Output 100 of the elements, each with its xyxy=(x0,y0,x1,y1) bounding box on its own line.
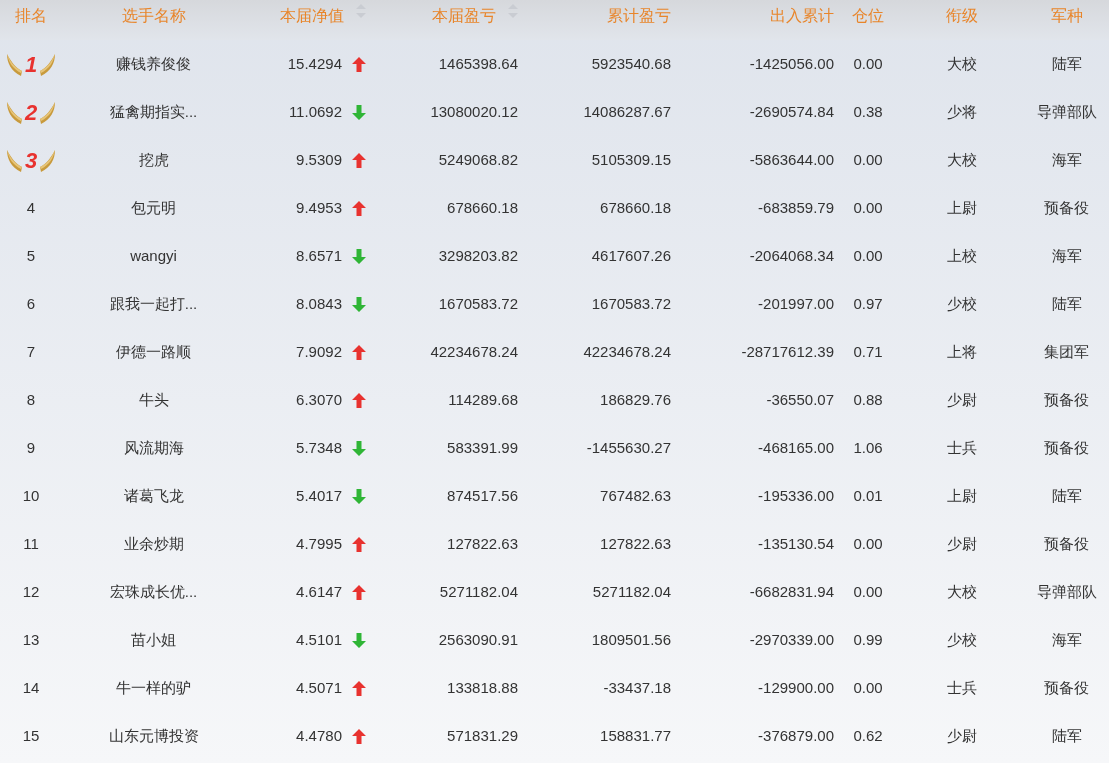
player-name: 苗小姐 xyxy=(131,629,176,650)
column-header: 仓位 xyxy=(852,6,884,26)
table-cell-text: 0.71 xyxy=(853,341,883,362)
table-cell-text: 0.00 xyxy=(853,581,883,602)
rank-number: 7 xyxy=(26,341,36,362)
table-cell-text: 0.62 xyxy=(853,725,883,746)
table-cell-text: 5271182.04 xyxy=(439,581,518,602)
rank-number: 8 xyxy=(26,389,36,410)
net-value: 5.4017 xyxy=(296,485,342,506)
rank-number: 2 xyxy=(23,98,39,127)
table-cell-text: 预备役 xyxy=(1044,437,1089,458)
column-header: 本届净值 xyxy=(280,6,344,26)
player-name: 赚钱养俊俊 xyxy=(116,53,191,74)
column-header: 衔级 xyxy=(946,6,978,26)
column-header: 军种 xyxy=(1050,6,1083,26)
table-cell-text: 874517.56 xyxy=(447,485,518,506)
player-name: 宏珠成长优... xyxy=(109,581,198,602)
table-cell-text: 陆军 xyxy=(1051,293,1082,314)
column-header: 本届盈亏 xyxy=(432,6,496,26)
player-name: 猛禽期指实... xyxy=(109,101,198,122)
rank-number: 4 xyxy=(26,197,36,218)
table-cell-text: 5271182.04 xyxy=(592,581,671,602)
table-cell-text: 士兵 xyxy=(947,437,977,458)
rank-number: 11 xyxy=(23,533,39,554)
table-cell-text: 1.06 xyxy=(853,437,883,458)
table-cell-text: 少尉 xyxy=(947,725,977,746)
table-cell-text: 583391.99 xyxy=(447,437,518,458)
table-cell-text: -5863644.00 xyxy=(749,149,834,170)
table-cell-text: -36550.07 xyxy=(766,389,834,410)
net-value: 4.7995 xyxy=(296,533,342,554)
table-cell-text: 集团军 xyxy=(1044,341,1089,362)
table-cell-text: 0.88 xyxy=(853,389,883,410)
table-cell-text: -2970339.00 xyxy=(749,629,834,650)
player-name: 诸葛飞龙 xyxy=(123,485,184,506)
table-cell-text: -28717612.39 xyxy=(741,341,834,362)
table-cell-text: 大校 xyxy=(947,581,977,602)
rank-number: 15 xyxy=(22,725,40,746)
table-cell-text: 13080020.12 xyxy=(430,101,518,122)
net-value: 9.4953 xyxy=(296,197,342,218)
table-cell-text: 陆军 xyxy=(1051,485,1082,506)
table-cell-text: 上尉 xyxy=(947,485,977,506)
table-cell-text: 5249068.82 xyxy=(438,149,518,170)
table-cell-text: 导弹部队 xyxy=(1036,101,1097,122)
column-header: 累计盈亏 xyxy=(607,6,671,26)
table-cell-text: 4617607.26 xyxy=(591,245,671,266)
table-cell-text: 1465398.64 xyxy=(438,53,518,74)
rank-number: 10 xyxy=(22,485,40,506)
table-cell-text: 0.01 xyxy=(853,485,883,506)
table-cell-text: 678660.18 xyxy=(600,197,671,218)
table-cell-text: 陆军 xyxy=(1051,725,1082,746)
net-value: 4.6147 xyxy=(296,581,342,602)
table-cell-text: 海军 xyxy=(1051,149,1082,170)
player-name: 山东元博投资 xyxy=(108,725,199,746)
table-cell-text: 1670583.72 xyxy=(591,293,671,314)
table-cell-text: 0.00 xyxy=(853,245,883,266)
table-cell-text: 42234678.24 xyxy=(430,341,518,362)
net-value: 7.9092 xyxy=(296,341,342,362)
player-name: 包元明 xyxy=(131,197,176,218)
table-cell-text: 少尉 xyxy=(947,533,977,554)
table-cell-text: 1809501.56 xyxy=(591,629,671,650)
player-name: 业余炒期 xyxy=(123,533,184,554)
net-value: 4.5101 xyxy=(296,629,342,650)
table-cell-text: 少校 xyxy=(947,629,977,650)
table-cell-text: -6682831.94 xyxy=(749,581,834,602)
table-cell-text: 海军 xyxy=(1051,245,1082,266)
table-cell-text: 少尉 xyxy=(947,389,977,410)
table-cell-text: 大校 xyxy=(947,53,977,74)
table-cell-text: -1455630.27 xyxy=(586,437,671,458)
table-cell-text: -195336.00 xyxy=(758,485,834,506)
table-cell-text: 2563090.91 xyxy=(438,629,518,650)
table-cell-text: 0.00 xyxy=(853,53,883,74)
rank-number: 13 xyxy=(22,629,40,650)
player-name: 伊德一路顺 xyxy=(116,341,191,362)
rank-number: 1 xyxy=(23,50,39,79)
table-cell-text: 导弹部队 xyxy=(1036,581,1097,602)
table-cell-text: 预备役 xyxy=(1044,197,1089,218)
table-cell-text: 186829.76 xyxy=(600,389,671,410)
table-cell-text: 少将 xyxy=(947,101,977,122)
net-value: 11.0692 xyxy=(288,101,342,122)
table-cell-text: -129900.00 xyxy=(758,677,834,698)
table-cell-text: 127822.63 xyxy=(600,533,671,554)
table-cell-text: 海军 xyxy=(1051,629,1082,650)
rank-number: 5 xyxy=(26,245,36,266)
net-value: 6.3070 xyxy=(296,389,342,410)
net-value: 8.6571 xyxy=(296,245,342,266)
table-cell-text: -1425056.00 xyxy=(749,53,834,74)
table-cell-text: -201997.00 xyxy=(758,293,834,314)
table-cell-text: 0.00 xyxy=(853,149,883,170)
table-cell-text: -376879.00 xyxy=(758,725,834,746)
table-cell-text: 767482.63 xyxy=(600,485,671,506)
table-cell-text: 42234678.24 xyxy=(583,341,671,362)
net-value: 5.7348 xyxy=(296,437,342,458)
table-cell-text: -2064068.34 xyxy=(749,245,834,266)
table-cell-text: 678660.18 xyxy=(447,197,518,218)
table-cell-text: 0.38 xyxy=(853,101,883,122)
player-name: wangyi xyxy=(130,245,177,266)
table-cell-text: 上尉 xyxy=(947,197,977,218)
table-cell-text: 上将 xyxy=(947,341,977,362)
player-name: 跟我一起打... xyxy=(109,293,198,314)
net-value: 8.0843 xyxy=(296,293,342,314)
